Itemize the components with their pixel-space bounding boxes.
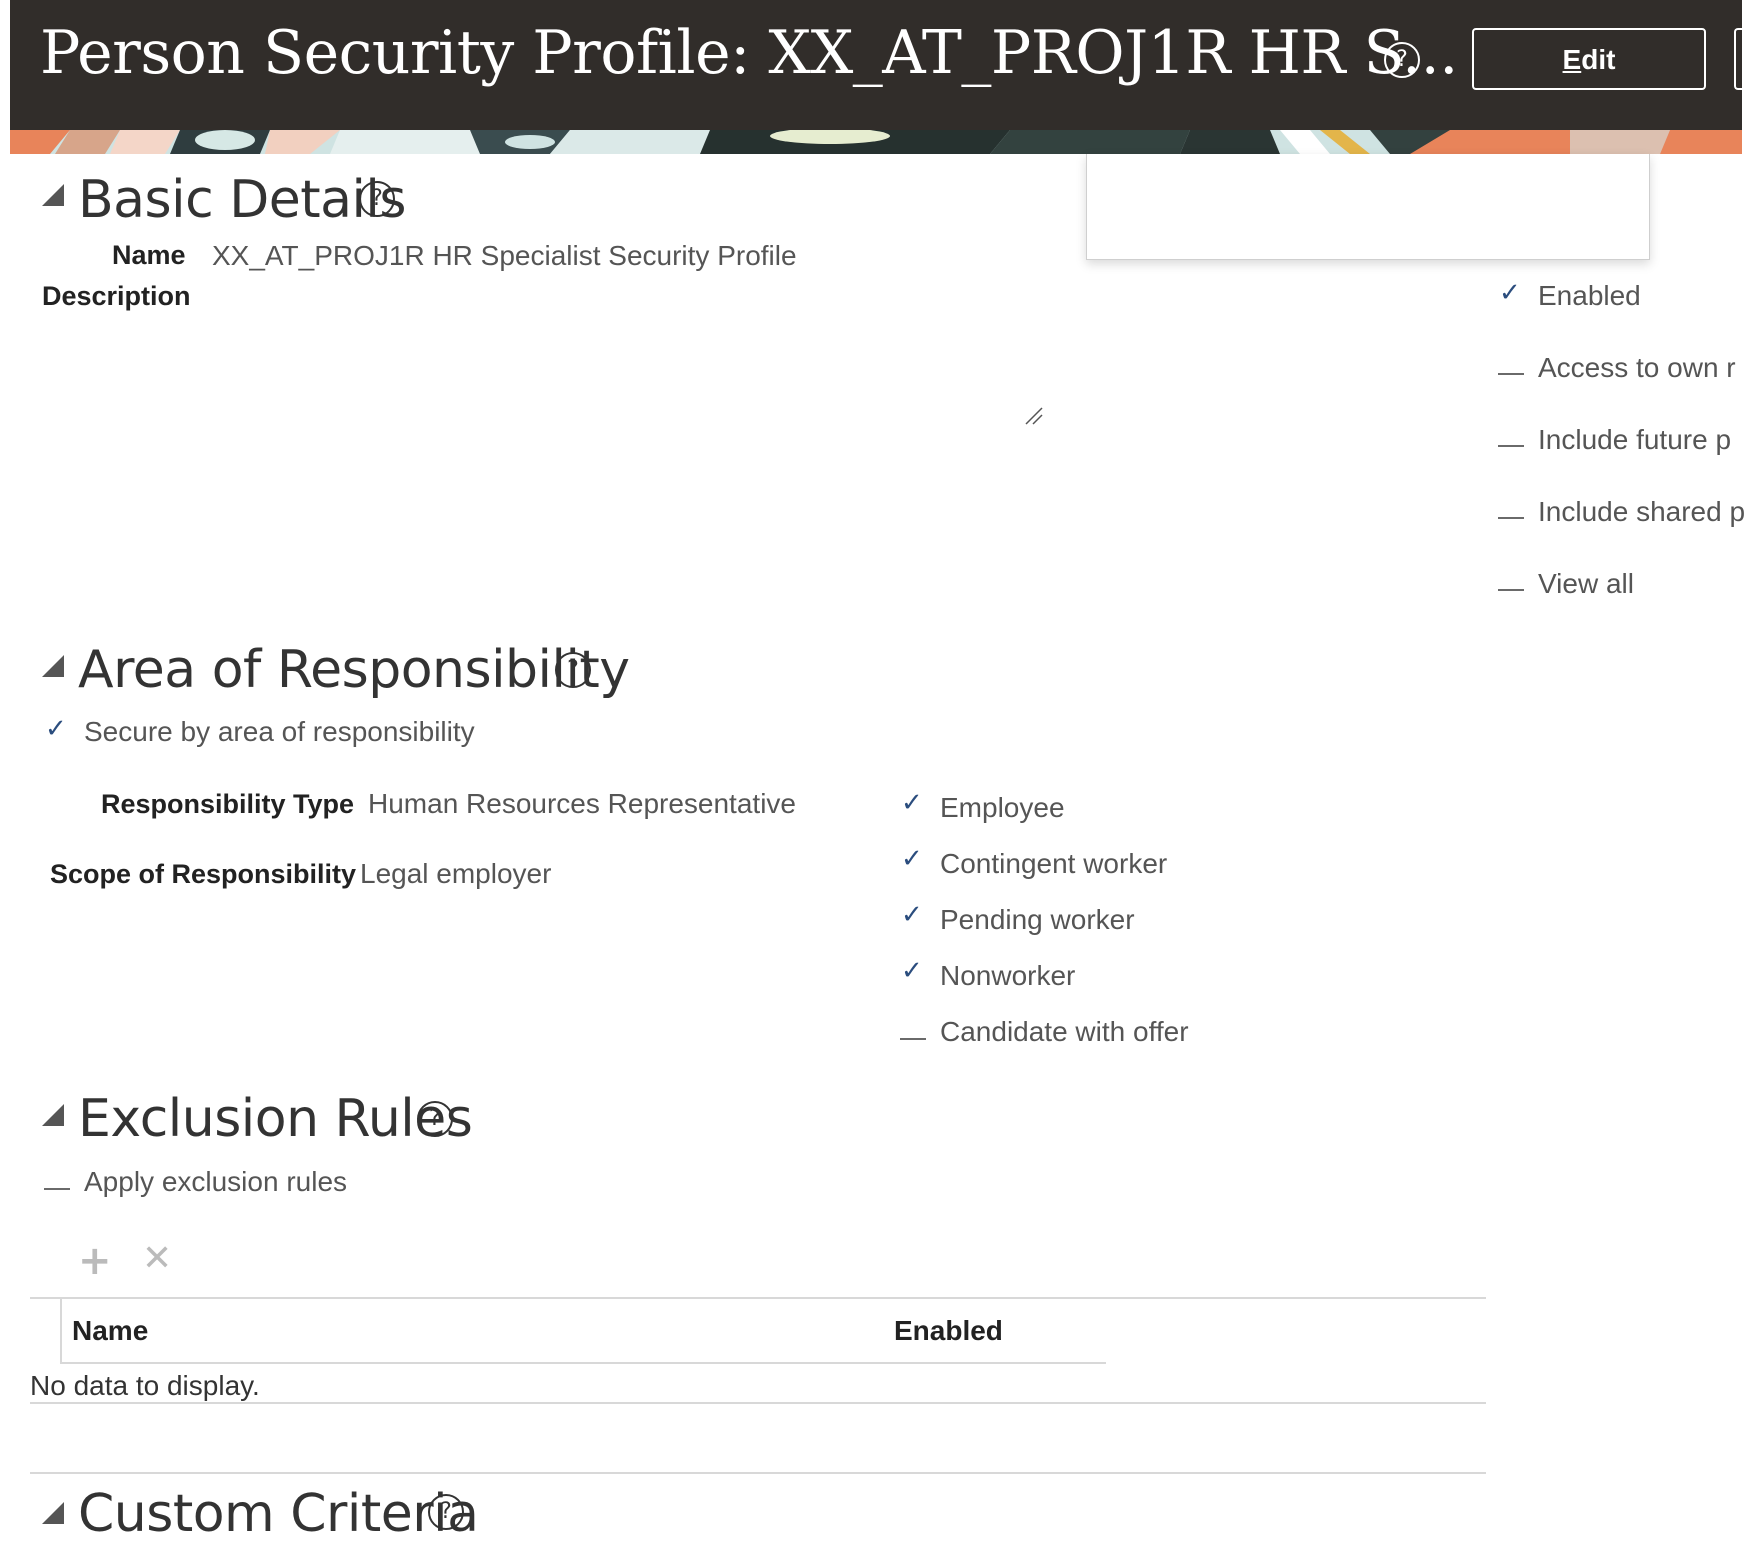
unchecked-dash-icon xyxy=(44,1188,70,1190)
help-icon[interactable]: ? xyxy=(1384,42,1420,78)
section-title-exclusion-rules: Exclusion Rules xyxy=(78,1089,473,1149)
option-view-all: View all xyxy=(1538,568,1634,599)
page-header: Person Security Profile: XX_AT_PROJ1R HR… xyxy=(10,0,1752,130)
table-empty-message: No data to display. xyxy=(30,1370,260,1401)
collapse-triangle-icon[interactable] xyxy=(42,1104,64,1126)
checkmark-icon: ✓ xyxy=(901,788,923,818)
table-row-header-divider xyxy=(60,1297,62,1363)
secure-by-area-checkbox[interactable]: Secure by area of responsibility xyxy=(84,716,475,748)
responsibility-type-value: Human Resources Representative xyxy=(368,788,796,819)
decorative-banner xyxy=(10,130,1742,154)
option-enabled: Enabled xyxy=(1538,280,1641,311)
worker-type-employee: Employee xyxy=(940,792,1065,823)
scope-label: Scope of Responsibility xyxy=(50,859,357,889)
responsibility-type-label: Responsibility Type xyxy=(101,789,355,819)
table-header-border xyxy=(60,1362,1106,1364)
help-icon[interactable]: ? xyxy=(359,181,395,217)
help-icon[interactable]: ? xyxy=(428,1494,464,1530)
unchecked-dash-icon xyxy=(1498,445,1524,447)
unchecked-dash-icon xyxy=(1498,517,1524,519)
resize-handle-icon[interactable] xyxy=(1024,406,1044,426)
x-icon[interactable]: ✕ xyxy=(142,1238,172,1279)
section-title-area-of-responsibility: Area of Responsibility xyxy=(78,640,630,700)
table-bottom-border xyxy=(30,1402,1486,1404)
unchecked-dash-icon xyxy=(1498,589,1524,591)
plus-icon[interactable]: + xyxy=(78,1238,112,1284)
column-header-enabled[interactable]: Enabled xyxy=(894,1315,1003,1347)
apply-exclusion-rules-checkbox[interactable]: Apply exclusion rules xyxy=(84,1166,347,1198)
help-icon[interactable]: ? xyxy=(555,652,591,688)
worker-type-candidate: Candidate with offer xyxy=(940,1016,1189,1047)
checkmark-icon: ✓ xyxy=(45,714,67,744)
description-label: Description xyxy=(42,281,191,311)
worker-type-contingent: Contingent worker xyxy=(940,848,1168,879)
checkmark-icon: ✓ xyxy=(901,844,923,874)
edit-button[interactable]: Edit xyxy=(1472,28,1706,90)
scope-value: Legal employer xyxy=(360,858,552,889)
unchecked-dash-icon xyxy=(1498,373,1524,375)
section-title-basic-details: Basic Details xyxy=(78,170,406,230)
worker-type-pending: Pending worker xyxy=(940,904,1135,935)
worker-type-nonworker: Nonworker xyxy=(940,960,1076,991)
name-value: XX_AT_PROJ1R HR Specialist Security Prof… xyxy=(212,240,797,271)
section-title-custom-criteria: Custom Criteria xyxy=(78,1484,479,1544)
section-divider xyxy=(30,1472,1486,1474)
option-access-to-own: Access to own r xyxy=(1538,352,1736,383)
option-include-future: Include future p xyxy=(1538,424,1732,455)
done-button[interactable] xyxy=(1734,28,1752,90)
page-title: Person Security Profile: XX_AT_PROJ1R HR… xyxy=(40,18,1458,88)
checkmark-icon: ✓ xyxy=(901,956,923,986)
collapse-triangle-icon[interactable] xyxy=(42,655,64,677)
unchecked-dash-icon xyxy=(900,1038,926,1040)
name-label: Name xyxy=(112,240,186,270)
collapse-triangle-icon[interactable] xyxy=(42,184,64,206)
option-include-shared: Include shared p xyxy=(1538,496,1746,527)
table-top-border xyxy=(30,1297,1486,1299)
checkmark-icon: ✓ xyxy=(901,900,923,930)
dropdown-menu-panel[interactable] xyxy=(1086,154,1650,260)
collapse-triangle-icon[interactable] xyxy=(42,1502,64,1524)
help-icon[interactable]: ? xyxy=(417,1101,453,1137)
column-header-name[interactable]: Name xyxy=(72,1315,148,1347)
checkmark-icon: ✓ xyxy=(1499,278,1521,308)
